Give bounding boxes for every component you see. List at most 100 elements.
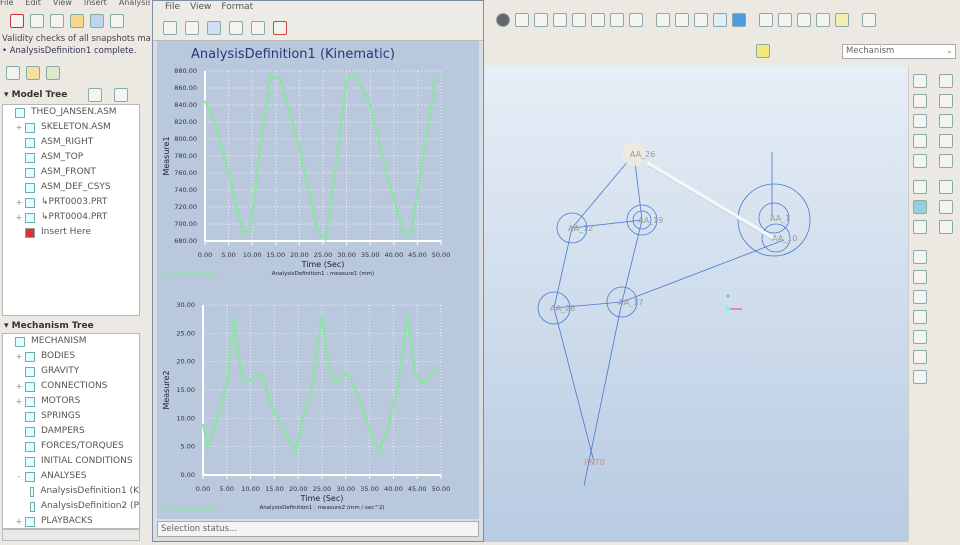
drag-icon[interactable]	[913, 94, 927, 108]
force-torque-icon[interactable]	[913, 330, 927, 344]
wireframe-icon[interactable]	[656, 13, 670, 27]
tree-item[interactable]: AnalysisDefinition1 (K	[3, 484, 139, 499]
tree-item[interactable]: + SKELETON.ASM	[3, 120, 139, 135]
tree-item[interactable]: + ↳PRT0003.PRT	[3, 195, 139, 210]
pan-icon[interactable]	[515, 13, 529, 27]
favorites-tab[interactable]	[46, 66, 60, 80]
tree-item[interactable]: + BODIES	[3, 349, 139, 364]
tree-item[interactable]: AnalysisDefinition2 (P	[3, 499, 139, 514]
trace-curve-icon[interactable]	[939, 220, 953, 234]
joint-label[interactable]: PNT0	[584, 458, 605, 467]
joint-label[interactable]: AA_1	[770, 214, 790, 223]
graph-menu-item[interactable]: Format	[221, 2, 253, 12]
horizontal-scrollbar[interactable]	[2, 529, 140, 541]
initial-condition-icon[interactable]	[913, 350, 927, 364]
tree-item[interactable]: + CONNECTIONS	[3, 379, 139, 394]
zoom-out-icon[interactable]	[553, 13, 567, 27]
expand-toggle[interactable]: +	[15, 210, 23, 225]
menu-item[interactable]: Edit	[25, 0, 41, 7]
mass-properties-icon[interactable]	[913, 370, 927, 384]
reorient-icon[interactable]	[591, 13, 605, 27]
tree-item[interactable]: ASM_RIGHT	[3, 135, 139, 150]
graph-results-icon[interactable]	[913, 220, 927, 234]
graph-menu-item[interactable]: View	[190, 2, 211, 12]
grid-icon[interactable]	[185, 20, 199, 35]
zoom-in-icon[interactable]	[229, 20, 243, 35]
menu-item[interactable]: Insert	[84, 0, 107, 7]
series-line[interactable]	[203, 73, 438, 242]
connect-icon[interactable]	[939, 94, 953, 108]
cam-icon[interactable]	[939, 74, 953, 88]
tree-item[interactable]: Insert Here	[3, 225, 139, 240]
refit-icon[interactable]	[572, 13, 586, 27]
close-window-icon[interactable]	[10, 14, 24, 28]
tree-item[interactable]: ASM_FRONT	[3, 165, 139, 180]
mechanism-analysis-icon[interactable]	[913, 180, 927, 194]
hidden-line-icon[interactable]	[675, 13, 689, 27]
appearance-sphere-icon[interactable]	[496, 13, 510, 27]
edit-graph-icon[interactable]	[207, 20, 221, 35]
folder-browser-tab[interactable]	[26, 66, 40, 80]
expand-toggle[interactable]: +	[15, 379, 23, 394]
expand-toggle[interactable]: +	[15, 195, 23, 210]
expand-toggle[interactable]: -	[15, 469, 23, 484]
joint-axis-icon[interactable]	[913, 74, 927, 88]
graphics-viewport[interactable]: AA_26 AA_12 AA_19 AA_1 AA_10 AA_28 AA_17 PNT0	[484, 66, 908, 542]
graph-menu-item[interactable]: File	[165, 2, 180, 12]
series-line[interactable]	[201, 316, 438, 456]
tree-item[interactable]: ASM_DEF_CSYS	[3, 180, 139, 195]
annotations-icon[interactable]	[835, 13, 849, 27]
spring-icon[interactable]	[913, 270, 927, 284]
joint-label[interactable]: AA_17	[618, 298, 643, 307]
body-definition-icon[interactable]	[939, 180, 953, 194]
no-hidden-icon[interactable]	[694, 13, 708, 27]
menu-item[interactable]: File	[0, 0, 13, 7]
save-icon[interactable]	[90, 14, 104, 28]
datum-points-icon[interactable]	[797, 13, 811, 27]
joint-label[interactable]: AA_19	[638, 216, 663, 225]
tree-item[interactable]: - ANALYSES	[3, 469, 139, 484]
mode-select[interactable]: Mechanism ⌄	[842, 44, 956, 59]
menu-item[interactable]: Analysis	[119, 0, 150, 7]
saved-views-icon[interactable]	[610, 13, 624, 27]
menu-item[interactable]: View	[53, 0, 72, 7]
open-folder-icon[interactable]	[70, 14, 84, 28]
3d-contact-icon[interactable]	[939, 154, 953, 168]
damper-icon[interactable]	[913, 310, 927, 324]
shading-icon[interactable]	[713, 13, 727, 27]
datum-planes-icon[interactable]	[759, 13, 773, 27]
tree-item[interactable]: + ↳PRT0004.PRT	[3, 210, 139, 225]
slot-icon[interactable]	[939, 114, 953, 128]
tree-item[interactable]: + PLAYBACKS	[3, 514, 139, 528]
expand-toggle[interactable]: +	[15, 514, 23, 528]
joint-label[interactable]: AA_12	[568, 224, 593, 233]
gravity-icon[interactable]	[913, 250, 927, 264]
export-icon[interactable]	[273, 20, 287, 35]
tree-item[interactable]: THEO_JANSEN.ASM	[3, 105, 139, 120]
show-icon[interactable]	[114, 88, 128, 102]
model-tree-tab[interactable]	[6, 66, 20, 80]
joint-label[interactable]: AA_26	[630, 150, 655, 159]
datum-axes-icon[interactable]	[778, 13, 792, 27]
context-help-icon[interactable]	[862, 13, 876, 27]
spring-icon[interactable]	[913, 290, 927, 304]
servo-motor-icon[interactable]	[913, 134, 927, 148]
expand-toggle[interactable]: +	[15, 394, 23, 409]
tree-item[interactable]: SPRINGS	[3, 409, 139, 424]
tree-item[interactable]: INITIAL CONDITIONS	[3, 454, 139, 469]
motor-icon[interactable]	[913, 154, 927, 168]
csys-icon[interactable]	[816, 13, 830, 27]
tree-item[interactable]: ASM_TOP	[3, 150, 139, 165]
new-file-icon[interactable]	[50, 14, 64, 28]
print-icon[interactable]	[163, 20, 177, 35]
expand-toggle[interactable]: +	[15, 120, 23, 135]
tree-item[interactable]: FORCES/TORQUES	[3, 439, 139, 454]
regenerate-icon[interactable]	[30, 14, 44, 28]
print-icon[interactable]	[110, 14, 124, 28]
joint-label[interactable]: AA_10	[772, 234, 797, 243]
tree-item[interactable]: + MOTORS	[3, 394, 139, 409]
enhanced-realism-icon[interactable]	[732, 13, 746, 27]
tree-item[interactable]: MECHANISM	[3, 334, 139, 349]
settings-icon[interactable]	[88, 88, 102, 102]
layers-icon[interactable]	[629, 13, 643, 27]
